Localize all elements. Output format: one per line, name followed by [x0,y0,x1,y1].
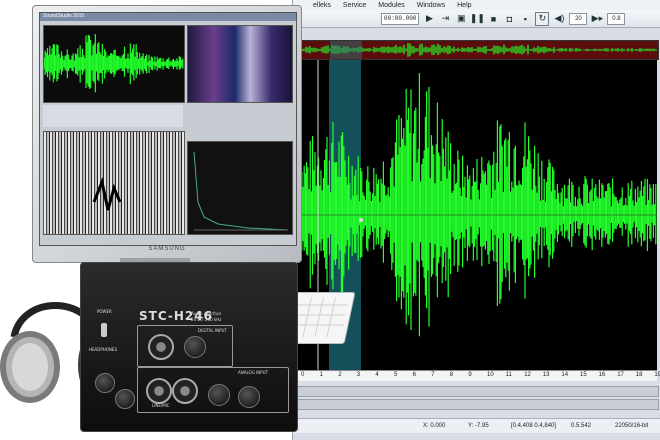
menu-help[interactable]: Help [457,2,471,9]
ruler-tick: 10 [487,372,494,378]
status-length: 0.5.542 [571,423,592,429]
overview-waveform [297,41,657,59]
ruler-tick: 12 [524,372,531,378]
main-waveform [296,60,657,370]
ruler-tick: 8 [449,372,454,378]
headphone-gain-knob[interactable] [115,389,135,409]
repeat-icon[interactable]: ↻ [535,11,550,26]
ruler-tick: 13 [542,372,550,378]
power-switch[interactable] [101,323,107,337]
record-icon[interactable]: ◘ [503,13,515,25]
digital-knob[interactable] [184,336,206,358]
loop-play-icon[interactable]: ⇥ [439,13,451,25]
selection-handle [359,218,363,222]
pause-icon[interactable]: ❚❚ [470,13,485,25]
ruler-tick: 14 [561,372,569,378]
zoom-scrollbar[interactable] [297,399,659,410]
label-line: LINE/MIC [152,403,170,408]
volume-input[interactable]: 20 [569,12,588,25]
ruler-tick: 0 [301,372,305,378]
pane-spectrum [187,141,293,235]
audio-interface-device: STC-H246 Audio interface 24 BIT 200 kHz … [80,262,298,432]
pane-spectrogram-color [187,25,293,103]
ruler-tick: 17 [617,372,624,378]
marker-icon[interactable]: ▪ [519,13,531,25]
xlr-input-1 [146,378,172,404]
ruler-tick: 3 [356,372,361,378]
ruler-tick: 15 [580,372,587,378]
status-level: Y: -7.95 [468,423,489,429]
device-subtitle-2: 24 BIT 200 kHz [191,317,222,322]
pane-waveform [43,25,185,103]
ruler-tick: 7 [431,372,435,378]
headphone-volume-knob[interactable] [95,373,115,393]
menu-modules[interactable]: Modules [378,2,404,9]
analog-knob-1[interactable] [208,384,230,406]
time-display: 00:00.000 [381,12,420,25]
xlr-digital-input [148,334,174,360]
status-selection: [0.4,408 0.4,840] [511,423,557,429]
xlr-input-2 [172,378,198,404]
speed-input[interactable]: 0.8 [607,12,626,25]
label-digital: DIGITAL INPUT [198,328,227,333]
status-format: 22050/16-bit [615,423,649,429]
time-ruler: 0 1 2 3 4 5 6 7 8 9 10 11 12 13 14 15 16 17 18 19 [297,370,660,381]
ruler-tick: 9 [468,372,472,378]
waveform-canvas[interactable] [296,60,657,370]
label-headphones: HEADPHONES [89,347,117,352]
ruler-tick: 6 [412,372,416,378]
ruler-tick: 16 [598,372,606,378]
speed-icon[interactable]: ▶▸ [591,13,603,25]
analog-panel: LINE/MIC ANALOG INPUT [137,367,289,413]
monitor-screen: SoundStudio 2010 [39,12,297,246]
transport-toolbar: 00:00.000 ▶ ⇥ ▣ ❚❚ ■ ◘ ▪ ↻ ◀) 20 ▶▸ 0.8 [293,10,660,28]
label-power: POWER [97,309,112,314]
play-selection-icon[interactable]: ▣ [455,13,467,25]
monitor: SoundStudio 2010 SAMSUNG [32,5,302,263]
ruler-tick: 11 [505,372,512,378]
audio-editor-window: elleks Service Modules Windows Help 00:0… [292,0,660,440]
device-subtitle-1: Audio interface [191,311,222,316]
monitor-brand: SAMSUNG [148,246,186,252]
pane-toolbar [43,105,183,127]
app-title: SoundStudio 2010 [40,13,296,21]
play-icon[interactable]: ▶ [423,13,435,25]
menu-service[interactable]: Service [343,2,366,9]
digital-panel: DIGITAL INPUT [137,325,233,367]
menu-windows[interactable]: Windows [417,2,445,9]
stop-icon[interactable]: ■ [487,13,499,25]
pane-spectrogram-gray [43,131,185,235]
menu-effects[interactable]: elleks [313,2,331,9]
horizontal-scrollbar[interactable] [297,386,659,397]
status-bar: X: 0.000 Y: -7.95 [0.4,408 0.4,840] 0.5.… [293,418,660,433]
status-cursor: X: 0.000 [423,423,446,429]
label-analog: ANALOG INPUT [238,370,269,375]
ruler-tick: 2 [338,372,342,378]
ruler-tick: 4 [375,372,379,378]
ruler-tick: 18 [635,372,643,378]
ruler-tick: 1 [319,372,323,378]
ruler-tick: 19 [654,372,660,378]
menu-bar: elleks Service Modules Windows Help [293,0,660,10]
analog-knob-2[interactable] [238,386,260,408]
waveform-overview[interactable] [297,40,659,60]
volume-icon[interactable]: ◀) [553,13,565,25]
ruler-tick: 5 [394,372,398,378]
